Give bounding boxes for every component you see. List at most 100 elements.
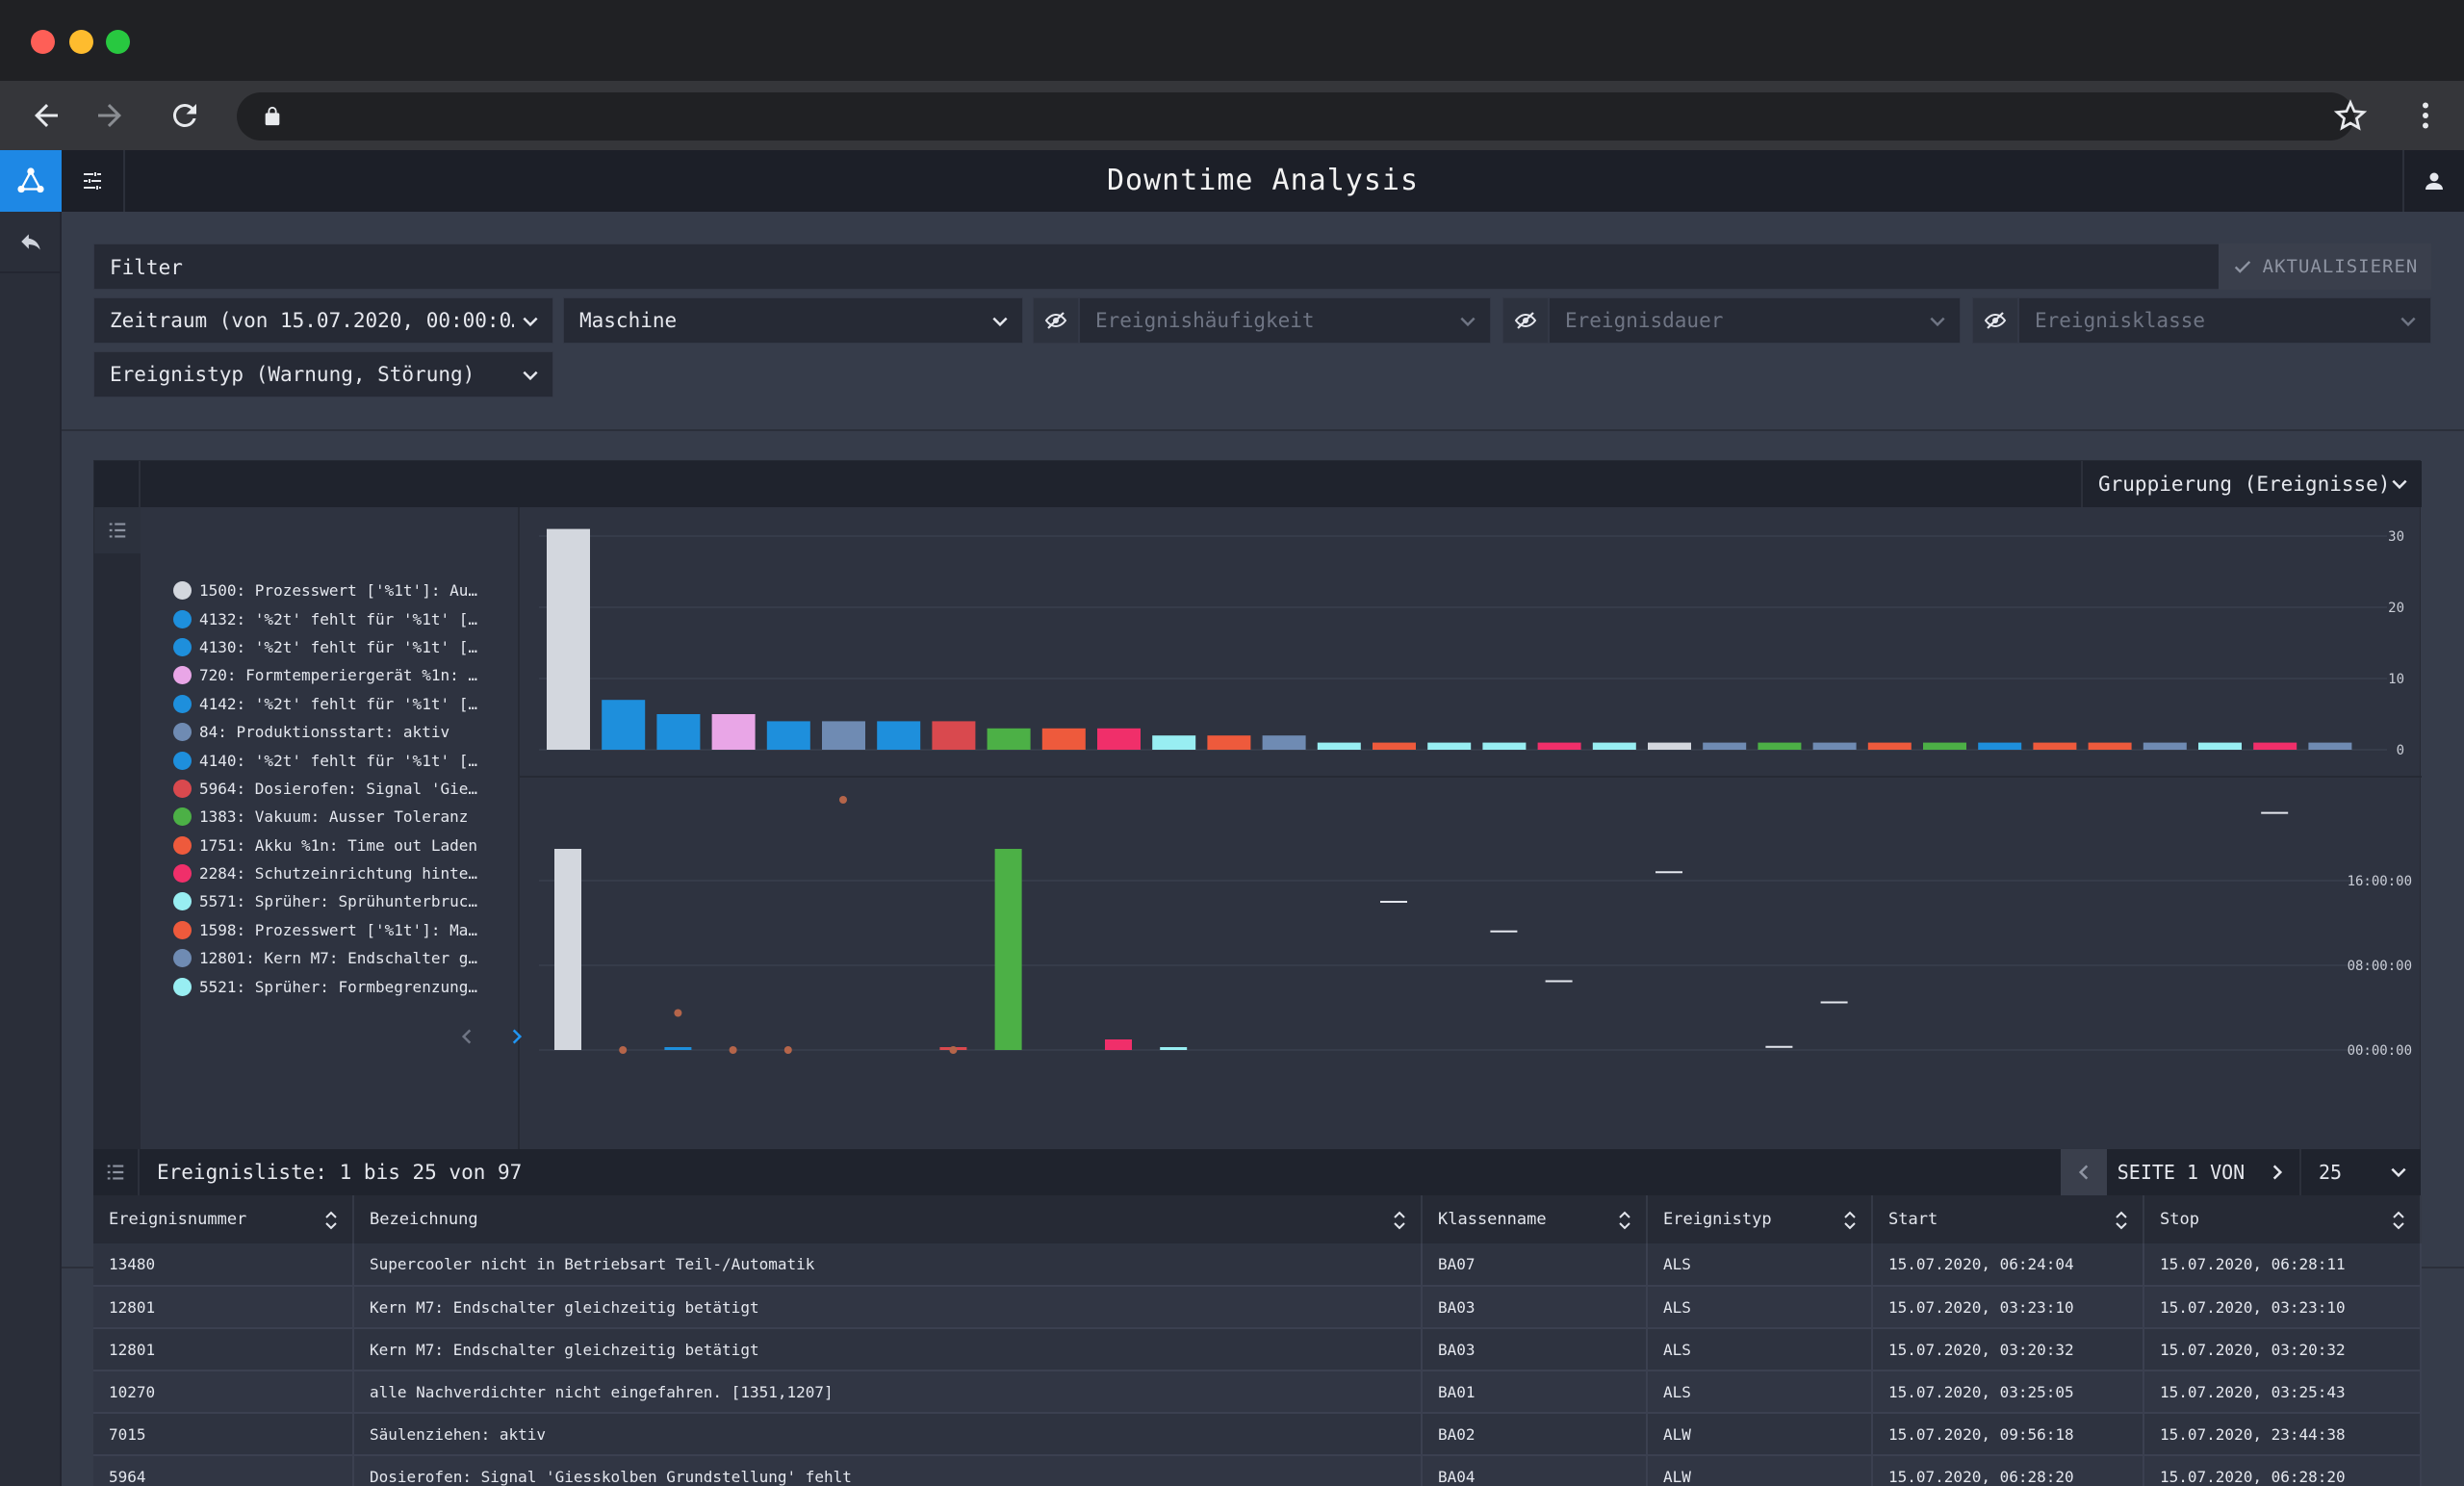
legend-item[interactable]: 1598: Prozesswert ['%1t']: Mas… [173, 916, 484, 944]
back-nav-button[interactable] [0, 212, 62, 273]
next-page-button[interactable] [2255, 1149, 2301, 1195]
ereignisklasse-select[interactable]: Ereignisklasse [2018, 297, 2431, 344]
count-bar [2143, 742, 2187, 750]
count-bar [1097, 728, 1141, 750]
zeitraum-select[interactable]: Zeitraum (von 15.07.2020, 00:00:0… [93, 297, 553, 344]
table-cell: 15.07.2020, 03:25:05 [1872, 1371, 2144, 1414]
table-cell: 15.07.2020, 06:28:20 [1872, 1455, 2144, 1486]
event-charts: 0 10 20 30 00:00:00 08:00:00 16:00:00 [520, 528, 2422, 1059]
table-row[interactable]: 12801 Kern M7: Endschalter gleichzeitig b… [93, 1286, 2422, 1329]
column-header-label: Start [1888, 1210, 1938, 1229]
window-minimize-button[interactable] [69, 30, 93, 54]
duration-bar [664, 1047, 692, 1050]
legend-item[interactable]: 1751: Akku %1n: Time out Laden [173, 832, 484, 859]
y-tick-label: 30 [2388, 529, 2404, 545]
reload-button[interactable] [164, 94, 206, 137]
event-list-title: Ereignisliste: 1 bis 25 von 97 [157, 1161, 523, 1184]
legend-item[interactable]: 5571: Sprüher: Sprühunterbruch… [173, 887, 484, 915]
app-logo-button[interactable] [0, 150, 62, 212]
grouping-value: Gruppierung (Ereignisse) [2098, 473, 2391, 496]
duration-dot [949, 1046, 958, 1054]
ereignishaeufigkeit-visibility-toggle[interactable] [1033, 297, 1079, 344]
legend-item[interactable]: 5521: Sprüher: Formbegrenzung … [173, 972, 484, 1000]
table-row[interactable]: 7015 Säulenziehen: aktiv BA02 ALW 15.07.2020… [93, 1413, 2422, 1456]
legend-item[interactable]: 4130: '%2t' fehlt für '%1t' [%… [173, 633, 484, 661]
legend-color-dot [173, 609, 192, 628]
refresh-label: AKTUALISIEREN [2262, 256, 2419, 277]
count-bar [1923, 742, 1966, 750]
column-header[interactable]: Bezeichnung [353, 1195, 1423, 1243]
app-header: Downtime Analysis [62, 150, 2464, 212]
duration-bar [1160, 1047, 1188, 1050]
legend-label: 4140: '%2t' fehlt für '%1t' [%… [199, 751, 484, 770]
table-cell: 15.07.2020, 06:28:11 [2143, 1243, 2422, 1287]
table-cell: Kern M7: Endschalter gleichzeitig betäti… [353, 1286, 1423, 1329]
legend-prev-button[interactable] [452, 1022, 481, 1051]
legend-item[interactable]: 720: Formtemperiergerät %1n: U… [173, 661, 484, 689]
legend-item[interactable]: 84: Produktionsstart: aktiv [173, 718, 484, 746]
window-close-button[interactable] [31, 30, 55, 54]
refresh-button[interactable]: AKTUALISIEREN [2219, 243, 2431, 290]
list-view-button[interactable] [93, 1149, 140, 1195]
bookmark-button[interactable] [2329, 94, 2372, 137]
column-header[interactable]: Ereignistyp [1647, 1195, 1873, 1243]
page-title: Downtime Analysis [1106, 164, 1420, 197]
legend-color-dot [173, 581, 192, 601]
ereignisdauer-select[interactable]: Ereignisdauer [1549, 297, 1961, 344]
grouping-select[interactable]: Gruppierung (Ereignisse) [2081, 461, 2422, 507]
prev-page-button[interactable] [2061, 1149, 2107, 1195]
legend-item[interactable]: 1500: Prozesswert ['%1t']: Aus… [173, 576, 484, 604]
ereignistyp-select[interactable]: Ereignistyp (Warnung, Störung) [93, 351, 553, 397]
window-maximize-button[interactable] [106, 30, 130, 54]
table-cell: 15.07.2020, 06:24:04 [1872, 1243, 2144, 1287]
table-cell: 15.07.2020, 03:23:10 [1872, 1286, 2144, 1329]
column-header[interactable]: Klassenname [1422, 1195, 1648, 1243]
legend-toggle-button[interactable] [94, 507, 141, 553]
count-bar [932, 721, 976, 750]
count-bar [1152, 735, 1196, 750]
legend-label: 12801: Kern M7: Endschalter gl… [199, 949, 484, 968]
legend-item[interactable]: 1383: Vakuum: Ausser Toleranz [173, 803, 484, 831]
chart-panel: Gruppierung (Ereignisse) 1500: Prozesswe… [93, 460, 2422, 1237]
legend-color-dot [173, 835, 192, 855]
duration-dot [729, 1046, 737, 1054]
browser-titlebar [0, 0, 2464, 81]
address-bar[interactable] [237, 92, 2354, 141]
arrow-left-icon [35, 104, 58, 127]
legend-item[interactable]: 4140: '%2t' fehlt für '%1t' [%… [173, 746, 484, 774]
page-size-select[interactable]: 25 [2303, 1149, 2421, 1195]
legend-label: 4132: '%2t' fehlt für '%1t' [%… [199, 609, 484, 628]
table-cell: 13480 [93, 1243, 354, 1287]
count-bar [1041, 728, 1086, 750]
browser-menu-button[interactable] [2404, 94, 2447, 137]
table-row[interactable]: 10270 alle Nachverdichter nicht eingefahr… [93, 1371, 2422, 1414]
legend-label: 4142: '%2t' fehlt für '%1t' [%… [199, 694, 484, 713]
user-button[interactable] [2402, 150, 2464, 212]
forward-button[interactable] [89, 94, 131, 137]
column-header[interactable]: Ereignisnummer [93, 1195, 354, 1243]
ereignishaeufigkeit-select[interactable]: Ereignishäufigkeit [1079, 297, 1491, 344]
table-row[interactable]: 12801 Kern M7: Endschalter gleichzeitig b… [93, 1328, 2422, 1371]
table-row[interactable]: 13480 Supercooler nicht in Betriebsart Te… [93, 1243, 2422, 1287]
legend-item[interactable]: 4132: '%2t' fehlt für '%1t' [%… [173, 604, 484, 632]
legend-item[interactable]: 5964: Dosierofen: Signal 'Gies… [173, 775, 484, 803]
sort-icon [2116, 1211, 2127, 1230]
ereignisdauer-visibility-toggle[interactable] [1502, 297, 1549, 344]
table-cell: Dosierofen: Signal 'Giesskolben Grundste… [353, 1455, 1423, 1486]
maschine-value: Maschine [579, 309, 678, 332]
table-row[interactable]: 5964 Dosierofen: Signal 'Giesskolben Grun… [93, 1455, 2422, 1486]
column-header[interactable]: Start [1872, 1195, 2144, 1243]
ereignisklasse-visibility-toggle[interactable] [1972, 297, 2018, 344]
table-cell: BA04 [1422, 1455, 1648, 1486]
legend-item[interactable]: 12801: Kern M7: Endschalter gl… [173, 944, 484, 972]
table-cell: ALS [1647, 1328, 1873, 1371]
legend-item[interactable]: 2284: Schutzeinrichtung hinten… [173, 859, 484, 887]
back-button[interactable] [25, 94, 67, 137]
legend-item[interactable]: 4142: '%2t' fehlt für '%1t' [%… [173, 690, 484, 718]
maschine-select[interactable]: Maschine [563, 297, 1023, 344]
chevron-down-icon [992, 317, 1008, 327]
eye-off-icon [1514, 312, 1537, 329]
legend-list: 1500: Prozesswert ['%1t']: Aus… 4132: '%2… [173, 576, 484, 1001]
reload-icon [172, 103, 196, 127]
column-header[interactable]: Stop [2143, 1195, 2422, 1243]
